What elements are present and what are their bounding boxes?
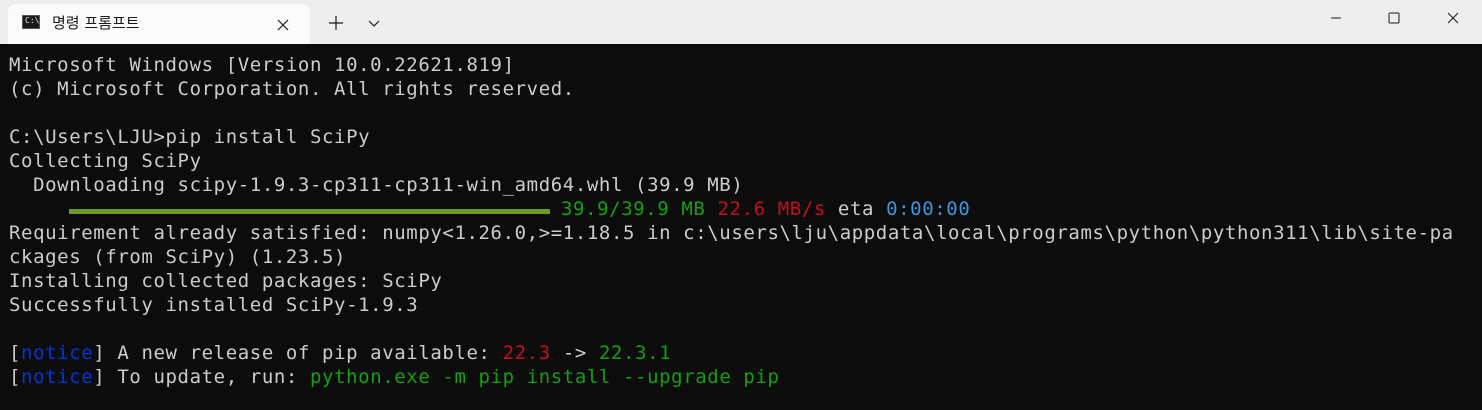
bracket: [ — [9, 366, 22, 388]
scrollbar[interactable] — [1470, 44, 1482, 410]
terminal-icon: C:\ — [22, 15, 40, 29]
minimize-button[interactable] — [1307, 0, 1365, 36]
terminal-line: ckages (from SciPy) (1.23.5) — [9, 246, 347, 268]
download-progress-bar — [69, 209, 550, 214]
terminal-output[interactable]: Microsoft Windows [Version 10.0.22621.81… — [0, 44, 1470, 410]
close-icon — [277, 19, 289, 31]
notice-line: [notice] A new release of pip available:… — [9, 341, 671, 365]
terminal-line: Requirement already satisfied: numpy<1.2… — [9, 222, 1454, 244]
maximize-button[interactable] — [1365, 0, 1423, 36]
notice-text: To update, run: — [105, 366, 310, 388]
bracket: ] — [93, 366, 106, 388]
progress-size: 39.9/39.9 MB — [561, 198, 706, 220]
terminal-line: Microsoft Windows [Version 10.0.22621.81… — [9, 54, 515, 76]
plus-icon — [329, 16, 343, 30]
bracket: [ — [9, 342, 22, 364]
maximize-icon — [1388, 12, 1400, 24]
title-bar: C:\ 명령 프롬프트 — [0, 0, 1482, 44]
notice-text: A new release of pip available: — [105, 342, 503, 364]
terminal-line: Successfully installed SciPy-1.9.3 — [9, 294, 419, 316]
notice-tag: notice — [21, 342, 94, 364]
arrow: -> — [550, 342, 599, 364]
upgrade-command: python.exe -m pip install --upgrade pip — [310, 366, 780, 388]
tab-command-prompt[interactable]: C:\ 명령 프롬프트 — [8, 4, 310, 44]
progress-speed: 22.6 MB/s — [717, 198, 826, 220]
terminal-line: (c) Microsoft Corporation. All rights re… — [9, 78, 575, 100]
new-version: 22.3.1 — [598, 342, 672, 364]
close-icon — [1447, 12, 1459, 24]
bracket: ] — [93, 342, 106, 364]
terminal-line: Collecting SciPy — [9, 150, 202, 172]
chevron-down-icon — [368, 20, 380, 27]
notice-tag: notice — [21, 366, 94, 388]
terminal-line: C:\Users\LJU>pip install SciPy — [9, 126, 371, 148]
close-tab-button[interactable] — [270, 12, 296, 38]
notice-line: [notice] To update, run: python.exe -m p… — [9, 365, 780, 389]
old-version: 22.3 — [502, 342, 551, 364]
tab-dropdown-button[interactable] — [360, 9, 388, 37]
progress-eta-label: eta — [837, 198, 875, 220]
terminal-line: Downloading scipy-1.9.3-cp311-cp311-win_… — [9, 174, 744, 196]
new-tab-button[interactable] — [322, 9, 350, 37]
minimize-icon — [1331, 17, 1341, 19]
tab-title: 명령 프롬프트 — [52, 14, 140, 32]
close-window-button[interactable] — [1424, 0, 1482, 36]
terminal-line: Installing collected packages: SciPy — [9, 270, 443, 292]
progress-status: 39.9/39.9 MB 22.6 MB/s eta 0:00:00 — [561, 197, 970, 221]
progress-eta: 0:00:00 — [886, 198, 971, 220]
